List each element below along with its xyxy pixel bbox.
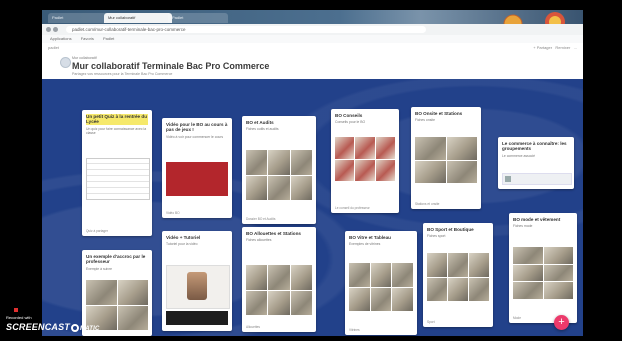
post-image-grid <box>335 137 395 181</box>
post-text: Conseils pour le BO <box>335 120 366 125</box>
post-card[interactable]: BO Sport et Boutique Fiches sport Sport <box>423 223 493 327</box>
post-text: Tutoriel pour la vidéo <box>166 242 198 247</box>
tutorial-image <box>166 265 230 309</box>
post-card[interactable]: BO Vitre et Tableau Exemples de vitrines… <box>345 231 417 335</box>
browser-tab[interactable]: Padlet <box>48 13 108 23</box>
post-title: BO Conseils <box>335 113 363 118</box>
post-footer: Sport <box>427 320 435 324</box>
post-card[interactable]: BO Allouettes et Stations Fiches allouet… <box>242 227 316 332</box>
post-image-grid <box>349 263 413 311</box>
post-title: Un petit Quiz à la rentrée du Lycée <box>86 114 148 125</box>
recording-indicator <box>14 308 18 312</box>
watermark-logo: SCREENCAST MATIC <box>6 322 100 332</box>
post-text: Fiches outils et audits <box>246 127 279 132</box>
post-footer: Le conseil du professeur <box>335 206 370 210</box>
post-footer: Stations et onsite <box>415 202 440 206</box>
bookmark-item[interactable]: Applications <box>50 36 72 41</box>
post-card[interactable]: BO Onsite et Stations Fiches onsite Stat… <box>411 107 481 209</box>
post-card[interactable]: Vidéo + Tutoriel Tutoriel pour la vidéo <box>162 231 232 331</box>
post-image-grid <box>513 247 573 299</box>
back-icon[interactable] <box>46 27 51 32</box>
post-image-grid <box>427 253 489 301</box>
post-card[interactable]: Le commerce à connaître: les groupements… <box>498 137 574 189</box>
forward-icon[interactable] <box>53 27 58 32</box>
post-image-grid <box>246 150 312 200</box>
breadcrumb: Mur collaboratif <box>72 56 97 60</box>
post-text: Fiches onsite <box>415 118 435 123</box>
avatar <box>60 57 71 68</box>
post-footer: Dossier BO et Audits <box>246 217 276 221</box>
browser-tab[interactable]: Padlet <box>168 13 228 23</box>
post-image-grid <box>246 265 312 315</box>
remix-button[interactable]: Remixer <box>555 45 570 50</box>
post-card[interactable]: Un petit Quiz à la rentrée du Lycée Un q… <box>82 110 152 236</box>
post-text: Exemples de vitrines <box>349 242 381 247</box>
post-text: Exemple à suivre <box>86 266 113 271</box>
post-title: BO Onsite et Stations <box>415 111 463 116</box>
post-title: Le commerce à connaître: les groupements <box>502 141 567 152</box>
bookmark-item[interactable]: Padlet <box>103 36 114 41</box>
post-text: Le commerce associé <box>502 153 535 158</box>
bookmark-item[interactable]: Favoris <box>81 36 94 41</box>
padlet-home-link[interactable]: padlet <box>48 45 59 50</box>
post-card[interactable]: Vidéo pour le BO au cours à pas de jeux … <box>162 118 232 218</box>
post-image-grid <box>415 137 477 183</box>
video-thumbnail[interactable] <box>166 162 228 196</box>
browser-tab-active[interactable]: Mur collaboratif <box>104 13 172 23</box>
page-title: Mur collaboratif Terminale Bac Pro Comme… <box>72 61 270 71</box>
video-player-bar[interactable] <box>166 311 228 325</box>
post-footer: Allouettes <box>246 325 260 329</box>
padlet-header: padlet + Partager Remixer ... Mur collab… <box>42 43 583 79</box>
padlet-toolbar: padlet + Partager Remixer ... <box>48 45 577 53</box>
post-card[interactable]: BO mode et vêtement Fiches mode Mode <box>509 213 577 323</box>
page-subtitle: Partagez vos ressources pour la Terminal… <box>72 72 173 76</box>
post-title: BO mode et vêtement <box>513 217 561 222</box>
post-title: BO Allouettes et Stations <box>246 231 301 236</box>
post-footer: Vidéo BO <box>166 211 180 215</box>
record-icon <box>71 323 80 332</box>
post-title: BO et Audits <box>246 120 274 125</box>
watermark-recorded-text: Recorded with <box>6 315 32 320</box>
post-title: BO Vitre et Tableau <box>349 235 391 240</box>
post-text: Fiches sport <box>427 234 446 239</box>
post-title: Vidéo + Tutoriel <box>166 235 201 240</box>
post-card[interactable]: BO et Audits Fiches outils et audits Dos… <box>242 116 316 224</box>
post-text: Fiches mode <box>513 224 533 229</box>
post-text: Vidéo à voir pour commencer le cours <box>166 134 224 139</box>
post-card[interactable]: BO Conseils Conseils pour le BO Le conse… <box>331 109 399 213</box>
post-footer: Quiz à partager <box>86 229 108 233</box>
post-title: Vidéo pour le BO au cours à pas de jeux … <box>166 122 228 133</box>
more-menu-button[interactable]: ... <box>574 45 577 50</box>
add-post-button[interactable]: + <box>554 315 569 330</box>
post-title: BO Sport et Boutique <box>427 227 474 232</box>
post-attachment-table <box>86 158 150 200</box>
post-text: Un quiz pour faire connaissance avec la … <box>86 126 147 136</box>
post-text: Fiches allouettes <box>246 238 272 243</box>
post-title: Un exemple d'accroc par le professeur <box>86 254 146 265</box>
url-input[interactable]: padlet.com/mur-collaboratif-terminale-ba… <box>66 26 426 33</box>
link-preview[interactable] <box>502 173 572 185</box>
padlet-wall: Un petit Quiz à la rentrée du Lycée Un q… <box>42 79 583 336</box>
browser-window: Padlet Mur collaboratif Padlet padlet.co… <box>42 10 583 336</box>
tab-bar: Padlet Mur collaboratif Padlet <box>42 10 583 34</box>
post-footer: Vitrines <box>349 328 360 332</box>
share-button[interactable]: + Partager <box>533 45 552 50</box>
